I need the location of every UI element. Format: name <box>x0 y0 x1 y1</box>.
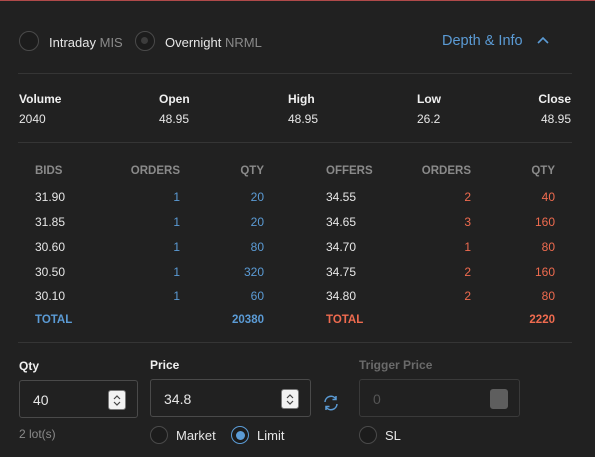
bid-orders: 1 <box>173 240 180 254</box>
header-offers: OFFERS <box>326 165 373 177</box>
bid-orders: 1 <box>173 190 180 204</box>
sl-radio[interactable] <box>359 426 377 444</box>
bid-qty: 320 <box>243 265 264 279</box>
header-bid-orders: ORDERS <box>130 165 180 177</box>
stat-high-label: High <box>288 92 315 106</box>
bids-total-qty: 20380 <box>232 314 264 326</box>
stat-open-value: 48.95 <box>159 112 190 126</box>
offer-orders: 2 <box>464 265 471 279</box>
limit-label[interactable]: Limit <box>257 428 284 443</box>
header-offer-qty: QTY <box>531 165 555 177</box>
stat-open-label: Open <box>159 92 190 106</box>
offers-total-label: TOTAL <box>326 314 364 326</box>
offer-qty: 40 <box>541 190 555 204</box>
qty-stepper[interactable] <box>108 390 126 410</box>
market-radio[interactable] <box>150 426 168 444</box>
header-bid-qty: QTY <box>240 165 264 177</box>
qty-label: Qty <box>19 359 40 373</box>
trigger-price-label: Trigger Price <box>359 358 433 372</box>
market-label[interactable]: Market <box>176 428 216 443</box>
bid-orders: 1 <box>173 215 180 229</box>
bids-total-label: TOTAL <box>35 314 73 326</box>
offer-orders: 3 <box>464 215 471 229</box>
stat-volume-value: 2040 <box>19 112 46 126</box>
overnight-code: NRML <box>225 35 262 50</box>
bid-price: 31.90 <box>35 190 66 204</box>
lots-text: 2 lot(s) <box>19 427 56 441</box>
offer-qty: 80 <box>541 240 555 254</box>
price-value: 34.8 <box>164 391 192 407</box>
offer-qty: 160 <box>534 215 555 229</box>
bid-price: 30.50 <box>35 265 66 279</box>
bid-qty: 60 <box>250 289 264 303</box>
intraday-radio[interactable] <box>19 31 39 51</box>
depth-info-toggle[interactable]: Depth & Info <box>442 33 549 49</box>
header-offer-orders: ORDERS <box>421 165 471 177</box>
qty-input[interactable]: 40 <box>19 380 138 418</box>
bid-qty: 20 <box>250 215 264 229</box>
offer-price: 34.70 <box>326 240 357 254</box>
trigger-price-value: 0 <box>373 391 381 407</box>
overnight-radio[interactable] <box>135 31 155 51</box>
price-input[interactable]: 34.8 <box>150 379 311 417</box>
offer-qty: 160 <box>534 265 555 279</box>
stat-high-value: 48.95 <box>288 112 319 126</box>
chevron-up-icon <box>537 36 549 44</box>
offer-orders: 2 <box>464 289 471 303</box>
price-stepper[interactable] <box>281 389 299 409</box>
stat-close-value: 48.95 <box>540 112 571 126</box>
trigger-price-input: 0 <box>359 379 520 417</box>
offer-price: 34.75 <box>326 265 357 279</box>
offer-orders: 2 <box>464 190 471 204</box>
bid-qty: 20 <box>250 190 264 204</box>
sl-label[interactable]: SL <box>385 428 401 443</box>
offer-price: 34.55 <box>326 190 357 204</box>
intraday-option[interactable]: Intraday MIS <box>49 35 123 50</box>
depth-info-label: Depth & Info <box>442 33 523 49</box>
bid-qty: 80 <box>250 240 264 254</box>
price-label: Price <box>150 358 180 372</box>
divider-stats <box>18 142 572 143</box>
offer-orders: 1 <box>464 240 471 254</box>
stat-low-label: Low <box>417 92 441 106</box>
refresh-icon[interactable] <box>322 394 340 412</box>
trigger-stepper <box>490 389 508 409</box>
bid-orders: 1 <box>173 265 180 279</box>
divider-top <box>18 73 572 74</box>
limit-radio[interactable] <box>231 426 249 444</box>
divider-depth <box>18 342 572 343</box>
bid-price: 30.60 <box>35 240 66 254</box>
overnight-option[interactable]: Overnight NRML <box>165 35 262 50</box>
stat-volume-label: Volume <box>19 92 62 106</box>
intraday-code: MIS <box>99 35 123 50</box>
stepper-icon <box>286 394 294 405</box>
overnight-label: Overnight <box>165 35 222 50</box>
bid-orders: 1 <box>173 289 180 303</box>
intraday-label: Intraday <box>49 35 96 50</box>
qty-value: 40 <box>33 392 49 408</box>
header-bids: BIDS <box>35 165 63 177</box>
bid-price: 30.10 <box>35 289 66 303</box>
offer-qty: 80 <box>541 289 555 303</box>
stat-low-value: 26.2 <box>417 112 441 126</box>
bid-price: 31.85 <box>35 215 66 229</box>
offer-price: 34.80 <box>326 289 357 303</box>
stepper-icon <box>113 395 121 406</box>
stat-close-label: Close <box>538 92 571 106</box>
offer-price: 34.65 <box>326 215 357 229</box>
offers-total-qty: 2220 <box>529 314 555 326</box>
